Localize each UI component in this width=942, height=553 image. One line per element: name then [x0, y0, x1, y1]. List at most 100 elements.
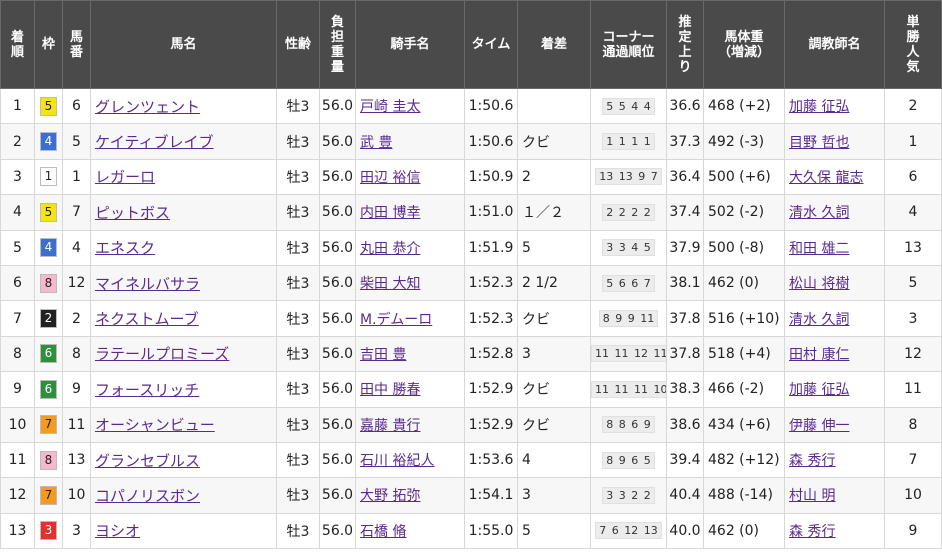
corner-positions: 5 6 6 7	[602, 274, 655, 292]
jockey-cell: M.デムーロ	[355, 300, 465, 337]
horse-link[interactable]: マイネルバサラ	[95, 275, 200, 293]
trainer-link[interactable]: 加藤 征弘	[789, 99, 849, 115]
sexage-cell: 牡3	[276, 194, 320, 231]
horse-link[interactable]: ヨシオ	[95, 522, 140, 540]
trainer-link[interactable]: 加藤 征弘	[789, 382, 849, 398]
bodyweight-cell: 468 (+2)	[703, 87, 785, 125]
jockey-link[interactable]: 柴田 大知	[360, 276, 420, 292]
header-bodyweight[interactable]: 馬体重 （増減）	[703, 0, 785, 89]
jockey-link[interactable]: 田辺 裕信	[360, 170, 420, 186]
waku-cell: 8	[34, 264, 63, 302]
corner-positions: 11 11 11 10	[591, 380, 666, 398]
horse-link[interactable]: オーシャンビュー	[95, 416, 215, 434]
jockey-link[interactable]: M.デムーロ	[360, 312, 432, 328]
last3f-cell: 36.6	[666, 87, 704, 125]
header-margin[interactable]: 着差	[517, 0, 591, 89]
popularity-cell: 9	[884, 512, 942, 550]
header-last3f[interactable]: 推定上り	[666, 0, 704, 89]
header-trainer[interactable]: 調教師名	[784, 0, 885, 89]
horse-link[interactable]: グランセブルス	[95, 452, 200, 470]
jockey-link[interactable]: 丸田 恭介	[360, 241, 420, 257]
header-pop[interactable]: 単勝人気	[884, 0, 942, 89]
trainer-cell: 村山 明	[784, 477, 885, 514]
jockey-link[interactable]: 石川 裕紀人	[360, 453, 434, 469]
sexage-cell: 牡3	[276, 123, 320, 160]
corner-cell: 7 6 12 13	[590, 512, 667, 550]
header-sexage[interactable]: 性齢	[276, 0, 320, 89]
waku-cell: 3	[34, 512, 63, 550]
corner-cell: 8 9 6 5	[590, 441, 667, 479]
bodyweight-cell: 518 (+4)	[703, 335, 785, 373]
trainer-link[interactable]: 田村 康仁	[789, 347, 849, 363]
horse-link[interactable]: エネスク	[95, 239, 155, 257]
horse-cell: ケイティブレイブ	[90, 123, 277, 160]
margin-cell: クビ	[517, 300, 591, 337]
horse-link[interactable]: ラテールプロミーズ	[95, 345, 229, 363]
sexage-cell: 牡3	[276, 335, 320, 373]
popularity-cell: 1	[884, 123, 942, 160]
horse-link[interactable]: ケイティブレイブ	[95, 133, 214, 151]
last3f-cell: 40.4	[666, 477, 704, 514]
umaban-cell: 3	[62, 512, 91, 550]
trainer-link[interactable]: 松山 将樹	[789, 276, 849, 292]
margin-cell: クビ	[517, 123, 591, 160]
sexage-cell: 牡3	[276, 87, 320, 125]
header-horse[interactable]: 馬名	[90, 0, 277, 89]
margin-cell: 3	[517, 477, 591, 514]
jockey-link[interactable]: 田中 勝春	[360, 382, 420, 398]
horse-link[interactable]: ピットボス	[95, 204, 170, 222]
trainer-link[interactable]: 森 秀行	[789, 453, 835, 469]
corner-cell: 13 13 9 7	[590, 158, 667, 196]
jockey-link[interactable]: 大野 拓弥	[360, 488, 420, 504]
jockey-link[interactable]: 石橋 脩	[360, 524, 406, 540]
horse-link[interactable]: レガーロ	[95, 168, 155, 186]
time-cell: 1:52.3	[464, 300, 518, 337]
horse-link[interactable]: コパノリスボン	[95, 487, 200, 505]
weight-cell: 56.0	[319, 264, 356, 302]
horse-link[interactable]: ネクストムーブ	[95, 310, 199, 328]
jockey-link[interactable]: 嘉藤 貴行	[360, 418, 420, 434]
horse-cell: ヨシオ	[90, 512, 277, 550]
finish-cell: 2	[0, 123, 35, 160]
jockey-link[interactable]: 戸崎 圭太	[360, 99, 420, 115]
sexage-cell: 牡3	[276, 229, 320, 266]
trainer-link[interactable]: 目野 哲也	[789, 135, 849, 151]
header-jockey[interactable]: 騎手名	[355, 0, 465, 89]
jockey-cell: 柴田 大知	[355, 264, 465, 302]
time-cell: 1:50.6	[464, 123, 518, 160]
jockey-link[interactable]: 武 豊	[360, 135, 392, 151]
waku-cell: 7	[34, 477, 63, 514]
trainer-link[interactable]: 和田 雄二	[789, 241, 849, 257]
umaban-cell: 1	[62, 158, 91, 196]
table-row: 8 6 8 ラテールプロミーズ 牡3 56.0 吉田 豊 1:52.8 3 11 11 12 11…	[0, 335, 942, 373]
jockey-link[interactable]: 内田 博幸	[360, 205, 420, 221]
header-weight[interactable]: 負担重量	[319, 0, 356, 89]
trainer-link[interactable]: 森 秀行	[789, 524, 835, 540]
bodyweight-cell: 466 (-2)	[703, 371, 785, 408]
time-cell: 1:51.9	[464, 229, 518, 266]
header-time[interactable]: タイム	[464, 0, 518, 89]
header-finish[interactable]: 着順	[0, 0, 35, 89]
trainer-link[interactable]: 村山 明	[789, 488, 835, 504]
table-row: 11 8 13 グランセブルス 牡3 56.0 石川 裕紀人 1:53.6 4 8 9 6 5 39…	[0, 441, 942, 479]
jockey-link[interactable]: 吉田 豊	[360, 347, 406, 363]
last3f-cell: 38.1	[666, 264, 704, 302]
corner-positions: 5 5 4 4	[602, 97, 655, 115]
time-cell: 1:52.3	[464, 264, 518, 302]
corner-cell: 8 9 9 11	[590, 300, 667, 337]
finish-cell: 7	[0, 300, 35, 337]
header-corner[interactable]: コーナー 通過順位	[590, 0, 667, 89]
horse-link[interactable]: フォースリッチ	[95, 381, 199, 399]
trainer-cell: 加藤 征弘	[784, 87, 885, 125]
header-waku[interactable]: 枠	[34, 0, 63, 89]
trainer-link[interactable]: 伊藤 伸一	[789, 418, 849, 434]
corner-cell: 5 6 6 7	[590, 264, 667, 302]
bodyweight-cell: 502 (-2)	[703, 194, 785, 231]
table-row: 5 4 4 エネスク 牡3 56.0 丸田 恭介 1:51.9 5 3 3 4 5 37.9 500 …	[0, 229, 942, 266]
trainer-link[interactable]: 清水 久詞	[789, 205, 849, 221]
trainer-link[interactable]: 大久保 龍志	[789, 170, 863, 186]
trainer-link[interactable]: 清水 久詞	[789, 312, 849, 328]
header-umaban[interactable]: 馬番	[62, 0, 91, 89]
horse-link[interactable]: グレンツェント	[95, 98, 200, 116]
corner-positions: 7 6 12 13	[595, 522, 662, 540]
